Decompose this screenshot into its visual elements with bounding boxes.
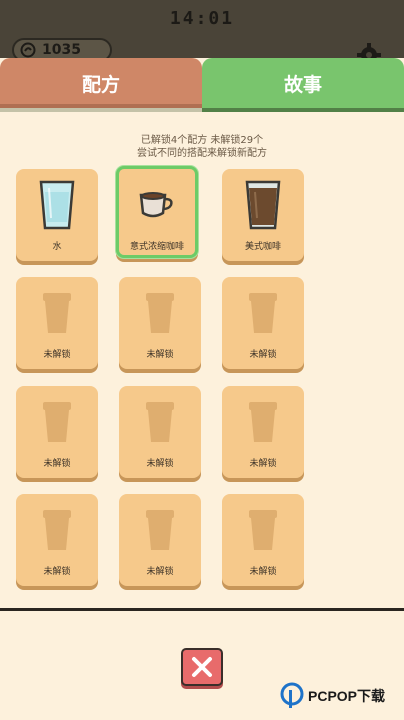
recipe-card-locked[interactable]: 未解锁 [222,494,304,586]
recipe-label: 未解锁 [249,350,277,360]
recipe-label: 美式咖啡 [244,242,281,252]
recipe-label: 未解锁 [249,459,277,469]
pcpop-logo-icon [280,682,304,708]
recipe-label: 水 [52,242,62,252]
tab-story-label: 故事 [283,73,322,96]
unlock-count-text: 已解锁4个配方 未解锁29个 [140,135,264,146]
recipe-card-locked[interactable]: 未解锁 [222,386,304,478]
locked-cup-icon [249,293,277,333]
tab-divider [0,108,404,112]
tab-recipe[interactable]: 配方 [0,58,202,108]
clock: 14:01 [169,8,235,29]
recipe-card-espresso[interactable]: 意式浓缩咖啡 [116,166,198,258]
recipe-card-locked[interactable]: 未解锁 [119,386,201,478]
close-button[interactable] [181,648,223,686]
recipe-label: 意式浓缩咖啡 [129,242,184,252]
locked-cup-icon [249,402,277,442]
recipe-card-americano[interactable]: 美式咖啡 [222,169,304,261]
espresso-cup-icon [139,192,173,218]
recipe-label: 未解锁 [146,567,174,577]
recipe-card-water[interactable]: 水 [16,169,98,261]
locked-cup-icon [146,402,174,442]
recipe-card-locked[interactable]: 未解锁 [16,386,98,478]
locked-cup-icon [249,510,277,550]
tab-story[interactable]: 故事 [202,58,404,108]
locked-cup-icon [43,402,71,442]
coin-value: 1035 [42,42,81,58]
recipe-card-locked[interactable]: 未解锁 [16,277,98,369]
recipe-label: 未解锁 [249,567,277,577]
unlock-status: 已解锁4个配方 未解锁29个 尝试不同的搭配来解锁新配方 [0,134,404,160]
recipe-label: 未解锁 [43,567,71,577]
watermark-text: PCPOP下载 [308,688,386,704]
locked-cup-icon [146,510,174,550]
locked-cup-icon [43,293,71,333]
locked-cup-icon [146,293,174,333]
unlock-hint-text: 尝试不同的搭配来解锁新配方 [137,148,267,159]
watermark: PCPOP下载 [280,682,385,710]
recipe-card-locked[interactable]: 未解锁 [119,277,201,369]
locked-cup-icon [43,510,71,550]
recipe-card-locked[interactable]: 未解锁 [222,277,304,369]
top-bar: 14:01 1035 [0,0,404,67]
water-glass-icon [39,180,75,230]
recipe-label: 未解锁 [43,350,71,360]
close-icon [192,657,212,677]
recipe-label: 未解锁 [146,459,174,469]
recipe-card-locked[interactable]: 未解锁 [119,494,201,586]
recipe-label: 未解锁 [146,350,174,360]
recipe-card-locked[interactable]: 未解锁 [16,494,98,586]
recipe-label: 未解锁 [43,459,71,469]
americano-glass-icon [245,180,281,230]
coin-icon [20,42,36,58]
tab-recipe-label: 配方 [81,73,120,96]
